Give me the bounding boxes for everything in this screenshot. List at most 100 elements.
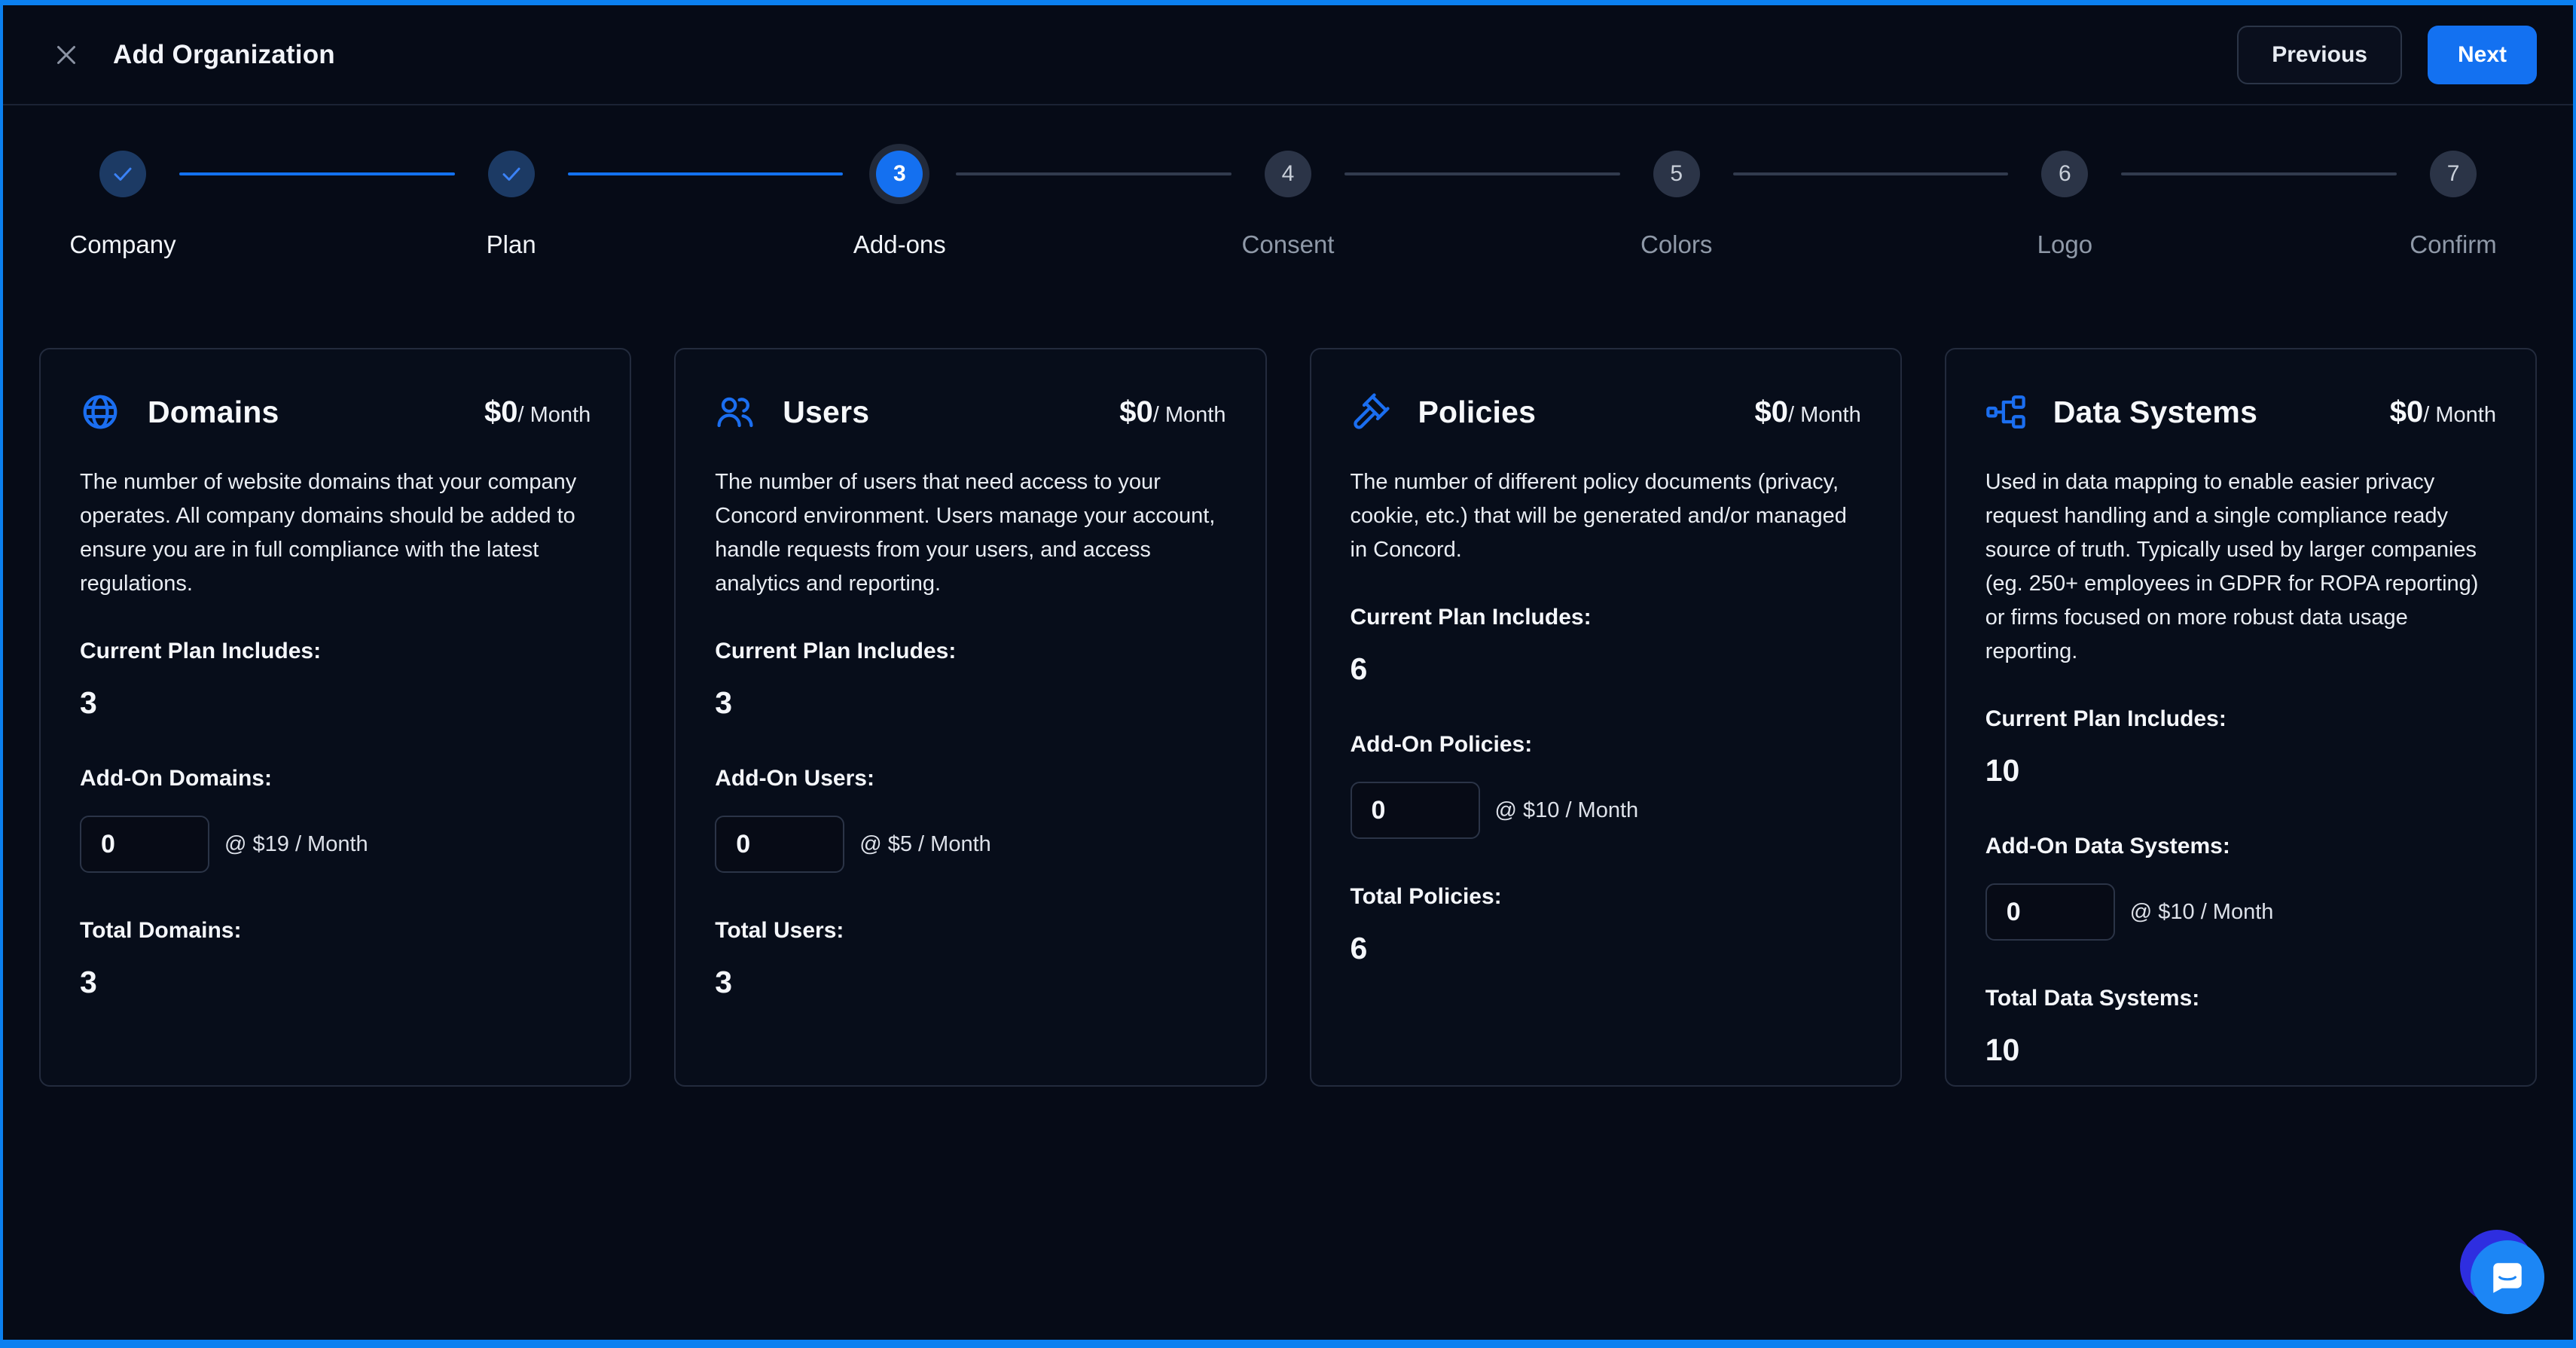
step-label: Consent (1242, 230, 1335, 259)
close-icon[interactable] (50, 38, 83, 72)
domains-card: Domains $0 / Month The number of website… (39, 348, 631, 1087)
next-button[interactable]: Next (2428, 26, 2537, 84)
header-left: Add Organization (50, 38, 335, 72)
gavel-icon (1351, 392, 1391, 432)
current-plan-label: Current Plan Includes: (1985, 706, 2496, 732)
card-description: The number of website domains that your … (80, 465, 591, 601)
card-description: The number of different policy documents… (1351, 465, 1861, 567)
price-period: / Month (1788, 403, 1861, 428)
step-company[interactable]: Company (66, 151, 179, 259)
wizard-stepper: Company Plan 3 Add-ons 4 Consent 5 Color… (3, 105, 2573, 259)
modal-header: Add Organization Previous Next (3, 5, 2573, 105)
step-confirm[interactable]: 7 Confirm (2397, 151, 2510, 259)
step-number: 7 (2430, 151, 2477, 197)
price-period: / Month (1153, 403, 1226, 428)
chat-launcher-button[interactable] (2469, 1239, 2544, 1314)
check-icon (99, 151, 146, 197)
policies-card: Policies $0 / Month The number of differ… (1310, 348, 1902, 1087)
card-header: Users $0 / Month (715, 392, 1225, 432)
stepper-connector (568, 172, 844, 175)
stepper-connector (2121, 172, 2397, 175)
card-price: $0 / Month (1755, 395, 1861, 429)
addon-input-row: @ $10 / Month (1985, 883, 2496, 941)
step-colors[interactable]: 5 Colors (1620, 151, 1733, 259)
addon-quantity-input[interactable] (715, 816, 844, 873)
price-amount: $0 (2390, 395, 2424, 429)
globe-icon (80, 392, 121, 432)
step-label: Confirm (2410, 230, 2497, 259)
total-value: 10 (1985, 1032, 2496, 1068)
users-card: Users $0 / Month The number of users tha… (674, 348, 1266, 1087)
addon-rate: @ $10 / Month (2130, 900, 2274, 925)
stepper-connector (1733, 172, 2009, 175)
step-label: Company (69, 230, 175, 259)
data-systems-icon (1985, 392, 2026, 432)
price-amount: $0 (1119, 395, 1153, 429)
chat-bubble-icon (2471, 1240, 2544, 1314)
card-header: Policies $0 / Month (1351, 392, 1861, 432)
step-number: 3 (876, 151, 923, 197)
current-plan-value: 3 (80, 685, 591, 721)
total-label: Total Policies: (1351, 884, 1861, 910)
step-label: Add-ons (853, 230, 946, 259)
page-title: Add Organization (113, 40, 335, 70)
current-plan-value: 3 (715, 685, 1225, 721)
step-consent[interactable]: 4 Consent (1232, 151, 1344, 259)
previous-button[interactable]: Previous (2237, 26, 2402, 84)
step-label: Plan (487, 230, 536, 259)
stepper-connector (179, 172, 455, 175)
addon-input-row: @ $19 / Month (80, 816, 591, 873)
addon-rate: @ $5 / Month (859, 832, 991, 857)
addon-input-row: @ $10 / Month (1351, 782, 1861, 839)
card-header: Data Systems $0 / Month (1985, 392, 2496, 432)
current-plan-label: Current Plan Includes: (80, 639, 591, 664)
addon-quantity-input[interactable] (1351, 782, 1480, 839)
card-description: Used in data mapping to enable easier pr… (1985, 465, 2496, 669)
step-plan[interactable]: Plan (455, 151, 568, 259)
card-description: The number of users that need access to … (715, 465, 1225, 601)
step-label: Colors (1641, 230, 1712, 259)
addon-label: Add-On Policies: (1351, 732, 1861, 758)
card-title: Policies (1418, 395, 1537, 430)
header-actions: Previous Next (2237, 26, 2537, 84)
total-value: 3 (80, 965, 591, 1000)
users-icon (715, 392, 755, 432)
stepper-connector (1344, 172, 1620, 175)
current-plan-value: 10 (1985, 753, 2496, 788)
total-label: Total Domains: (80, 918, 591, 944)
addon-label: Add-On Domains: (80, 766, 591, 791)
addon-quantity-input[interactable] (80, 816, 209, 873)
addon-label: Add-On Data Systems: (1985, 834, 2496, 859)
card-price: $0 / Month (484, 395, 591, 429)
add-organization-modal: Add Organization Previous Next Company P… (0, 0, 2576, 1348)
addon-cards: Domains $0 / Month The number of website… (3, 348, 2573, 1087)
current-plan-label: Current Plan Includes: (715, 639, 1225, 664)
card-header: Domains $0 / Month (80, 392, 591, 432)
price-amount: $0 (484, 395, 518, 429)
addon-input-row: @ $5 / Month (715, 816, 1225, 873)
price-period: / Month (518, 403, 591, 428)
total-label: Total Data Systems: (1985, 986, 2496, 1011)
card-price: $0 / Month (2390, 395, 2496, 429)
step-add-ons[interactable]: 3 Add-ons (843, 151, 956, 259)
check-icon (488, 151, 535, 197)
step-number: 4 (1265, 151, 1311, 197)
total-label: Total Users: (715, 918, 1225, 944)
price-period: / Month (2423, 403, 2496, 428)
step-logo[interactable]: 6 Logo (2008, 151, 2121, 259)
price-amount: $0 (1755, 395, 1789, 429)
card-title: Domains (148, 395, 279, 430)
step-number: 6 (2041, 151, 2088, 197)
total-value: 6 (1351, 931, 1861, 966)
current-plan-label: Current Plan Includes: (1351, 605, 1861, 630)
step-label: Logo (2037, 230, 2092, 259)
card-price: $0 / Month (1119, 395, 1225, 429)
addon-rate: @ $10 / Month (1495, 798, 1639, 823)
addon-label: Add-On Users: (715, 766, 1225, 791)
step-number: 5 (1653, 151, 1700, 197)
data-systems-card: Data Systems $0 / Month Used in data map… (1945, 348, 2537, 1087)
card-title: Users (783, 395, 869, 430)
stepper-connector (956, 172, 1232, 175)
addon-quantity-input[interactable] (1985, 883, 2115, 941)
addon-rate: @ $19 / Month (224, 832, 368, 857)
